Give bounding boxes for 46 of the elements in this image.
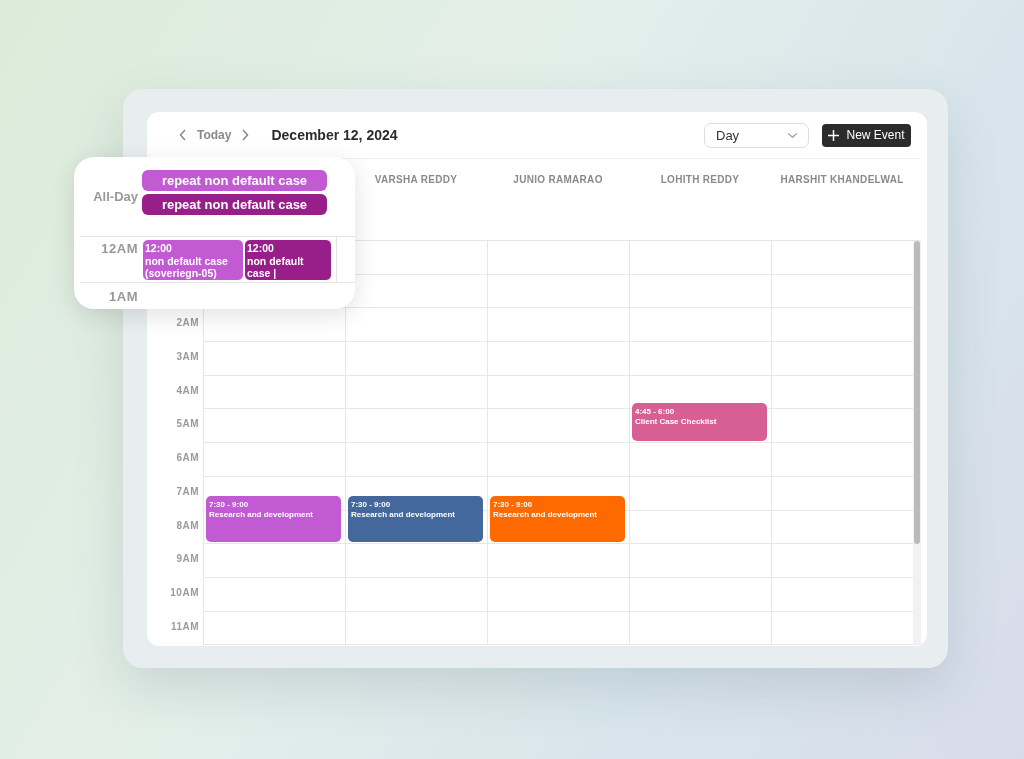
event-time: 12:00 xyxy=(247,242,275,255)
hour-label: 4AM xyxy=(176,384,199,396)
column-header: HARSHIT KHANDELWAL xyxy=(780,174,904,186)
event-title: non default case | xyxy=(247,254,305,280)
hour-label: 10AM xyxy=(170,586,199,598)
all-day-label: All-Day xyxy=(92,189,138,204)
event-time: 7:30 - 9:00 xyxy=(493,499,533,510)
event-block[interactable]: 7:30 - 9:00 Research and development xyxy=(490,495,625,543)
column-header: LOHITH REDDY xyxy=(660,174,740,186)
event-title: Research and development xyxy=(351,509,456,520)
hour-label: 9AM xyxy=(176,553,199,565)
chevron-left-icon[interactable] xyxy=(179,129,187,141)
hour-label: 12AM xyxy=(101,241,138,256)
event-block[interactable]: 7:30 - 9:00 Research and development xyxy=(348,495,483,543)
hour-label: 11AM xyxy=(170,620,199,632)
event-time: 4:45 - 6:00 xyxy=(635,407,675,418)
hour-label: 7AM xyxy=(176,485,199,497)
column-header: VARSHA REDDY xyxy=(374,174,458,186)
plus-icon xyxy=(828,129,840,141)
event-block[interactable]: 4:45 - 6:00 Client Case Checklist xyxy=(632,403,767,442)
column-header: JUNIO RAMARAO xyxy=(513,174,603,186)
all-day-event[interactable]: repeat non default case xyxy=(142,170,327,191)
chevron-down-icon xyxy=(787,131,798,139)
event-time: 7:30 - 9:00 xyxy=(351,499,391,510)
view-dropdown[interactable]: Day xyxy=(704,122,809,148)
hour-label: 3AM xyxy=(176,351,199,363)
event-title: non default case (soveriegn-05) xyxy=(145,254,229,280)
event-block[interactable]: 12:00 non default case (soveriegn-05) xyxy=(142,239,244,281)
event-title: Client Case Checklist xyxy=(635,417,717,428)
hour-label: 1AM xyxy=(109,289,138,304)
hour-label: 6AM xyxy=(176,452,199,464)
hour-label: 2AM xyxy=(176,317,199,329)
hour-label: 8AM xyxy=(176,519,199,531)
event-time: 12:00 xyxy=(145,242,173,255)
event-title: Research and development xyxy=(493,509,598,520)
scrollbar[interactable] xyxy=(913,241,921,646)
all-day-event[interactable]: repeat non default case xyxy=(142,194,327,215)
new-event-button[interactable]: New Event xyxy=(822,123,911,147)
current-date: December 12, 2024 xyxy=(271,127,398,143)
event-block[interactable]: 7:30 - 9:00 Research and development xyxy=(206,495,341,543)
chevron-right-icon[interactable] xyxy=(241,129,250,141)
event-time: 7:30 - 9:00 xyxy=(209,499,249,510)
event-title: Research and development xyxy=(209,509,314,520)
today-button[interactable]: Today xyxy=(195,128,234,142)
event-block[interactable]: 12:00 non default case | xyxy=(244,239,332,281)
hour-label: 5AM xyxy=(176,418,199,430)
